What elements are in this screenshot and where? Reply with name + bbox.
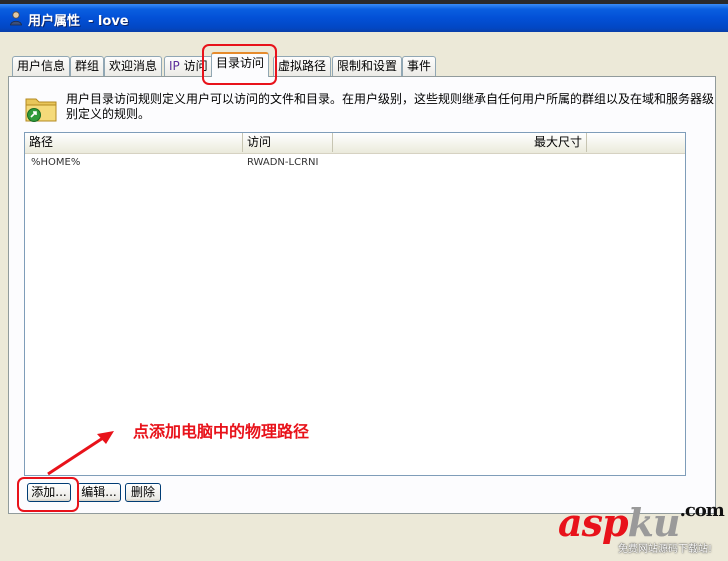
folder-icon (25, 98, 57, 122)
tab-events[interactable]: 事件 (402, 56, 437, 76)
tab-user-info[interactable]: 用户信息 (12, 56, 71, 76)
tab-label-prefix: IP (169, 59, 180, 73)
edit-button[interactable]: 编辑... (77, 483, 121, 502)
annotation-arrow-icon (47, 431, 114, 476)
delete-button[interactable]: 删除 (125, 483, 161, 502)
watermark-logo: aspku.com (558, 500, 725, 545)
column-header-path[interactable]: 路径 (25, 133, 243, 152)
annotation-highlight-add (17, 477, 79, 512)
cell-access: RWADN-LCRNI (247, 157, 319, 168)
tab-label: 事件 (407, 59, 432, 73)
watermark-subtitle: 免费网站源码下载站! (618, 544, 713, 555)
title-bar[interactable]: 用户属性 - love (0, 4, 728, 32)
tab-label: 用户信息 (17, 59, 66, 73)
tab-label: 目录访问 (216, 56, 265, 70)
table-row[interactable]: %HOME% RWADN-LCRNI (25, 155, 685, 171)
watermark-logo-b: ku (627, 500, 681, 545)
tab-limits-settings[interactable]: 限制和设置 (332, 56, 403, 76)
column-header-max-size[interactable]: 最大尺寸 (333, 133, 587, 152)
tab-groups[interactable]: 群组 (70, 56, 105, 76)
watermark-logo-c: .com (679, 500, 725, 521)
cell-path: %HOME% (31, 157, 81, 168)
window-title-main: 用户属性 (28, 14, 81, 29)
tab-directory-access[interactable]: 目录访问 (211, 52, 270, 77)
tab-label: 欢迎消息 (109, 59, 158, 73)
window-title-user: - love (88, 14, 129, 29)
rules-description: 用户目录访问规则定义用户可以访问的文件和目录。在用户级别，这些规则继承自任何用户… (66, 92, 715, 121)
user-icon (10, 11, 22, 26)
tab-label: 群组 (75, 59, 100, 73)
list-header: 路径 访问 最大尺寸 (25, 133, 685, 154)
column-header-access[interactable]: 访问 (243, 133, 333, 152)
window-title: 用户属性 - love (28, 10, 129, 29)
tab-welcome-message[interactable]: 欢迎消息 (104, 56, 163, 76)
annotation-text: 点添加电脑中的物理路径 (133, 422, 310, 441)
tab-label: 虚拟路径 (278, 59, 327, 73)
directory-rules-list[interactable]: 路径 访问 最大尺寸 %HOME% RWADN-LCRNI (24, 132, 686, 476)
tab-virtual-paths[interactable]: 虚拟路径 (273, 56, 332, 76)
tab-label: 限制和设置 (337, 59, 398, 73)
watermark-logo-a: asp (558, 500, 629, 545)
watermark: aspku.com 免费网站源码下载站! (556, 500, 728, 561)
